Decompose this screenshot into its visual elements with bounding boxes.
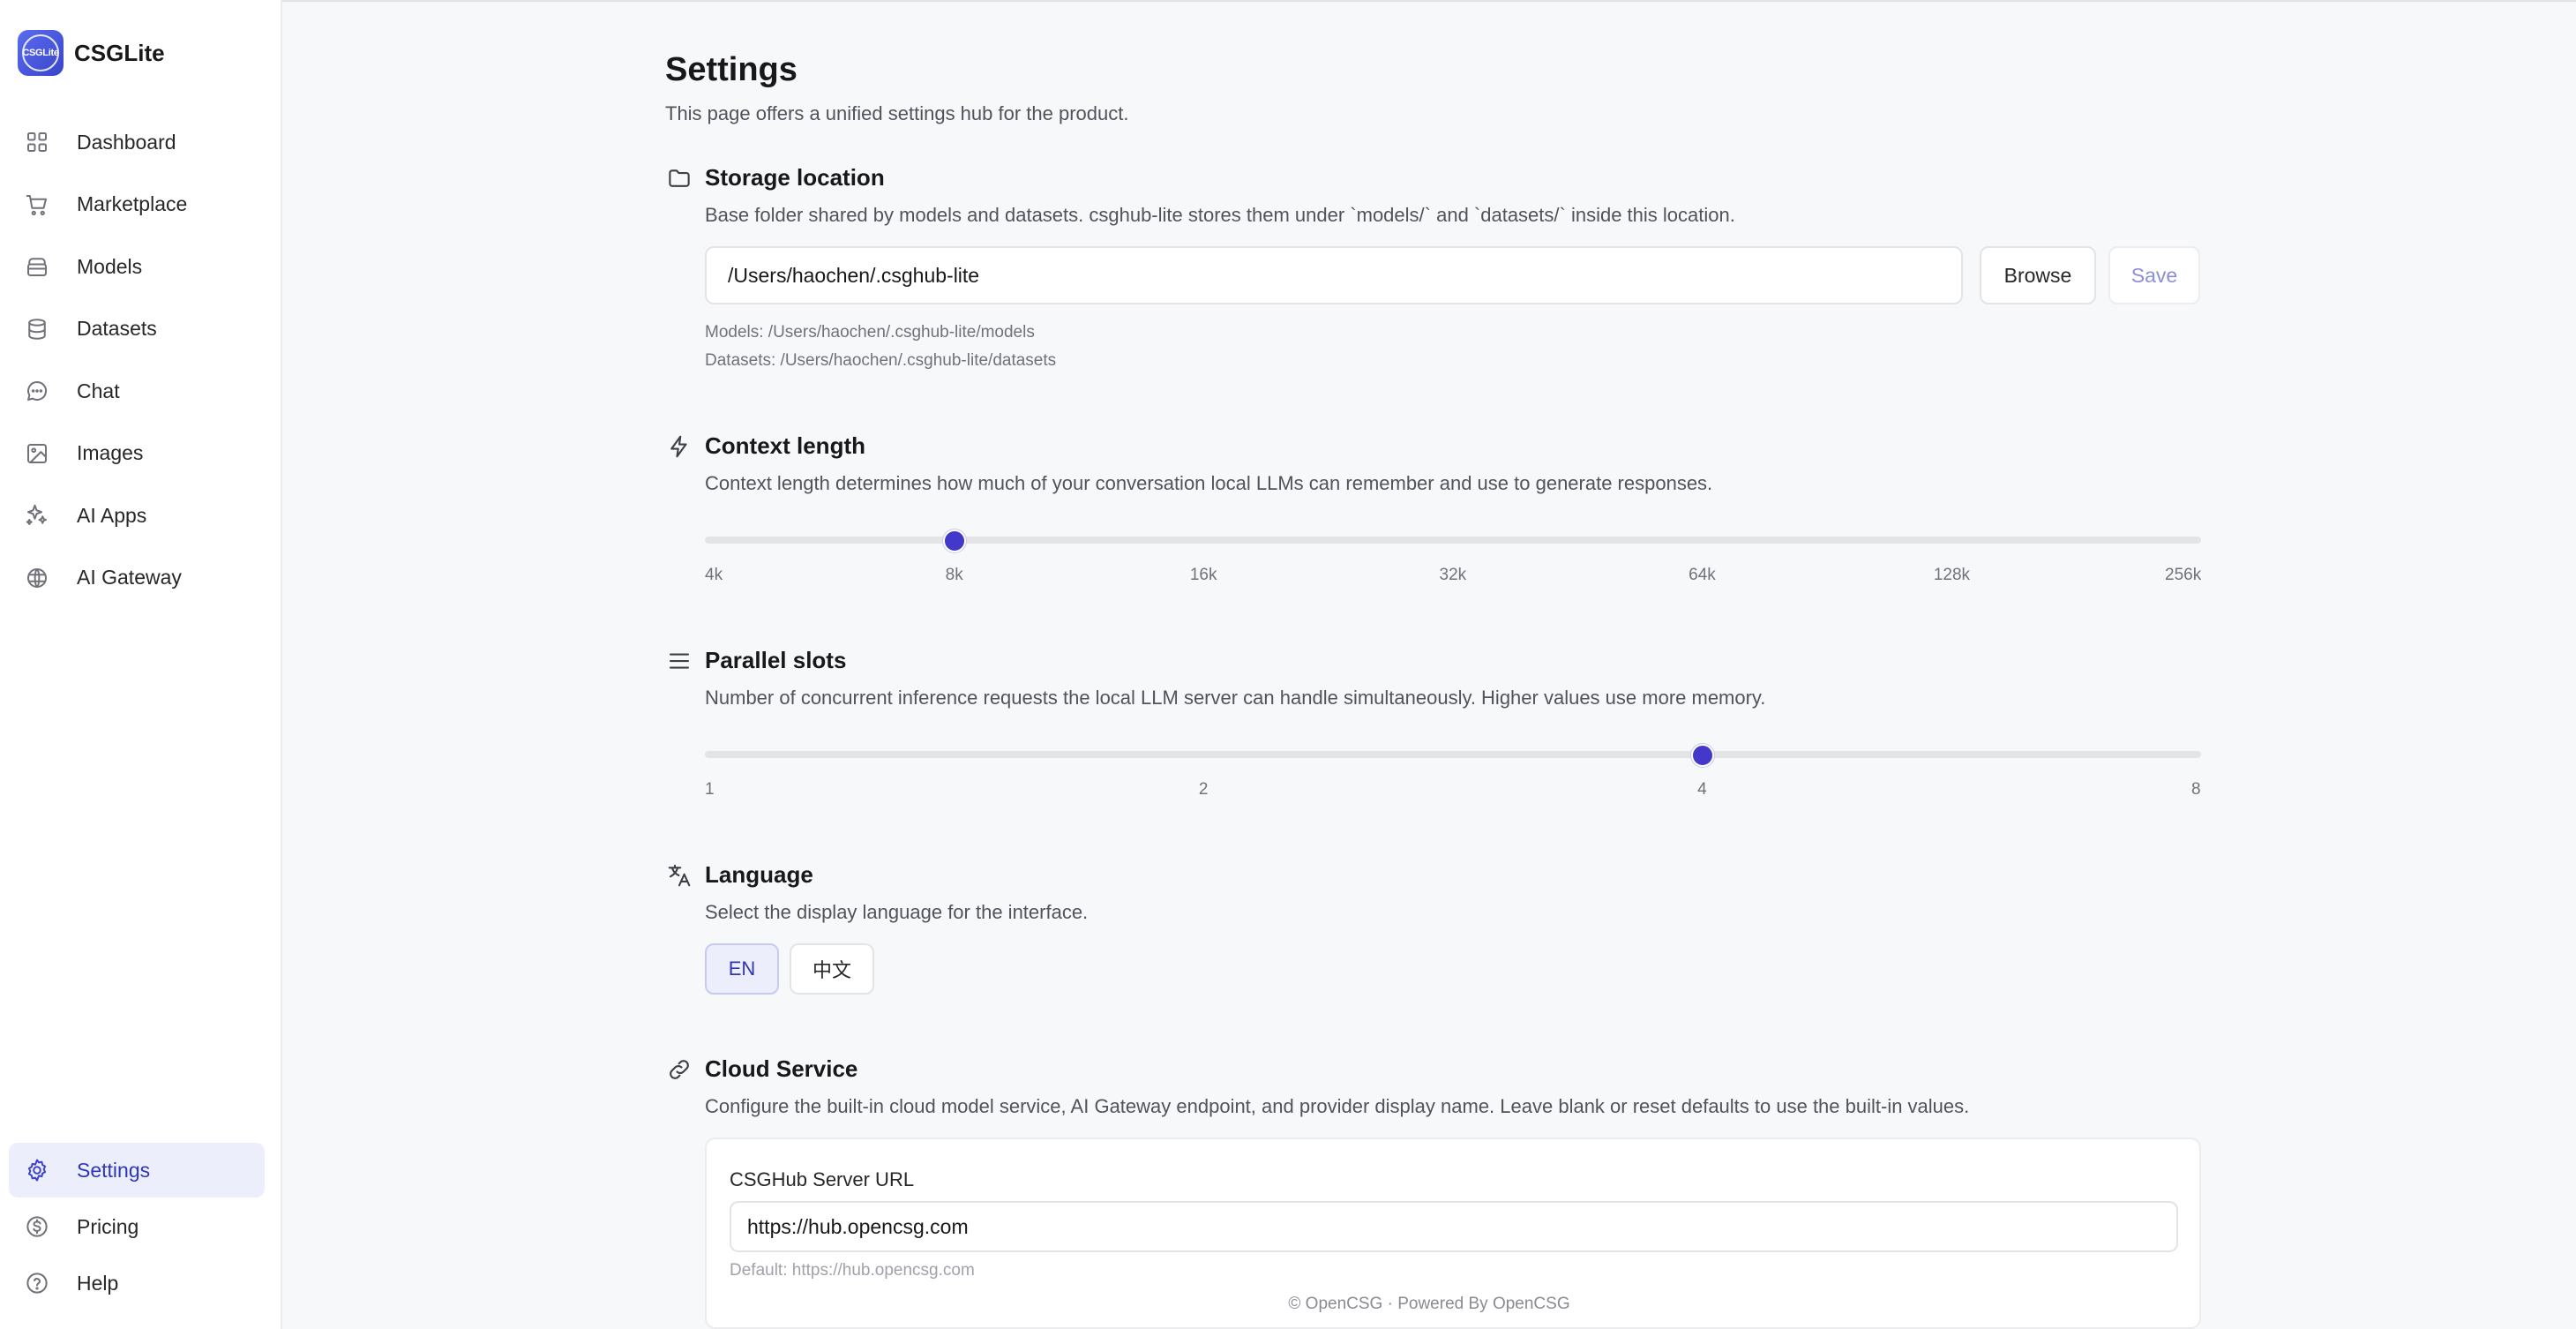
sidebar-item-ai-gateway[interactable]: AI Gateway [9, 551, 265, 605]
help-circle-icon [23, 1269, 51, 1297]
sidebar-item-label: Models [77, 254, 143, 278]
save-button[interactable]: Save [2108, 246, 2200, 304]
context-tick-label: 64k [1689, 566, 1716, 584]
context-length-ticks: 4k 8k 16k 32k 64k 128k 256k [705, 566, 2201, 587]
language-description: Select the display language for the inte… [705, 901, 1089, 923]
sidebar-item-label: Marketplace [77, 192, 188, 215]
model-box-icon [23, 252, 51, 281]
window-top-border [0, 0, 2576, 2]
storage-path-input[interactable]: /Users/haochen/.csghub-lite [705, 246, 1963, 304]
context-tick-label: 8k [945, 566, 963, 584]
gear-icon [23, 1156, 51, 1184]
browse-button[interactable]: Browse [1980, 246, 2096, 304]
slider-track[interactable] [705, 537, 2201, 544]
translate-icon [665, 861, 693, 890]
gateway-icon [23, 564, 51, 592]
slider-thumb[interactable] [942, 529, 966, 552]
sidebar-item-label: AI Apps [77, 503, 147, 527]
image-icon [23, 439, 51, 468]
sidebar-item-label: Datasets [77, 317, 157, 340]
slider-track[interactable] [705, 751, 2201, 758]
folder-icon [665, 164, 693, 192]
sidebar-item-label: Pricing [77, 1214, 139, 1238]
sidebar-item-models[interactable]: Models [9, 239, 265, 294]
parallel-title: Parallel slots [705, 647, 847, 673]
sidebar-item-images[interactable]: Images [9, 426, 265, 481]
server-url-input[interactable]: https://hub.opencsg.com [730, 1201, 2178, 1252]
sidebar-item-label: Chat [77, 379, 120, 402]
server-url-label: CSGHub Server URL [730, 1168, 915, 1190]
context-title: Context length [705, 432, 865, 459]
footer: © OpenCSG · Powered By OpenCSG [1288, 1295, 1570, 1313]
chat-bubble-icon [23, 377, 51, 405]
storage-description: Base folder shared by models and dataset… [705, 204, 1735, 226]
language-option-en[interactable]: EN [705, 943, 779, 995]
context-length-slider[interactable] [705, 522, 2201, 558]
database-icon [23, 315, 51, 343]
page-title: Settings [665, 51, 798, 88]
lightning-icon [665, 432, 693, 461]
context-tick-label: 32k [1439, 566, 1467, 584]
context-tick-label: 16k [1189, 566, 1217, 584]
dollar-icon [23, 1213, 51, 1241]
app-logo: CSGLite [18, 30, 64, 76]
sidebar-item-label: Dashboard [77, 130, 176, 154]
cart-icon [23, 191, 51, 219]
sidebar-bottom-nav: Settings Pricing Help [9, 1143, 265, 1312]
sidebar-item-marketplace[interactable]: Marketplace [9, 177, 265, 232]
language-title: Language [705, 861, 813, 888]
server-url-default: Default: https://hub.opencsg.com [730, 1261, 975, 1280]
models-path: Models: /Users/haochen/.csghub-lite/mode… [705, 323, 1035, 342]
sidebar-item-ai-apps[interactable]: AI Apps [9, 488, 265, 543]
app-name: CSGLite [74, 39, 165, 66]
context-description: Context length determines how much of yo… [705, 472, 1713, 494]
brand[interactable]: CSGLite CSGLite [18, 30, 165, 76]
sidebar-item-dashboard[interactable]: Dashboard [9, 115, 265, 169]
sidebar-item-datasets[interactable]: Datasets [9, 302, 265, 357]
sidebar-item-settings[interactable]: Settings [9, 1143, 265, 1198]
sidebar-item-help[interactable]: Help [9, 1256, 265, 1310]
sidebar: CSGLite CSGLite Dashboard Marketplace Mo… [0, 0, 282, 1329]
parallel-slots-slider[interactable] [705, 737, 2201, 772]
sidebar-item-pricing[interactable]: Pricing [9, 1199, 265, 1254]
context-tick-label: 4k [705, 566, 723, 584]
sidebar-item-label: Images [77, 441, 144, 464]
sidebar-nav: Dashboard Marketplace Models Datasets Ch… [9, 115, 265, 612]
link-icon [665, 1055, 693, 1084]
sidebar-item-label: Help [77, 1271, 119, 1295]
storage-title: Storage location [705, 164, 885, 191]
parallel-description: Number of concurrent inference requests … [705, 687, 1766, 709]
sidebar-item-label: Settings [77, 1158, 151, 1182]
app-logo-text: CSGLite [22, 34, 59, 71]
context-tick-label: 128k [1933, 566, 1971, 584]
dashboard-grid-icon [23, 128, 51, 156]
page-subtitle: This page offers a unified settings hub … [665, 102, 1129, 124]
slider-thumb[interactable] [1690, 744, 1714, 767]
menu-lines-icon [665, 647, 693, 675]
parallel-tick-label: 1 [705, 780, 715, 799]
parallel-tick-label: 2 [1198, 780, 1209, 799]
parallel-tick-label: 8 [2191, 780, 2201, 799]
parallel-tick-label: 4 [1697, 780, 1707, 799]
sidebar-item-label: AI Gateway [77, 566, 182, 589]
parallel-slots-ticks: 1 2 4 8 [705, 780, 2201, 801]
context-tick-label: 256k [2165, 566, 2202, 584]
language-option-zh[interactable]: 中文 [790, 943, 874, 995]
sidebar-item-chat[interactable]: Chat [9, 364, 265, 418]
cloud-description: Configure the built-in cloud model servi… [705, 1095, 1970, 1117]
cloud-title: Cloud Service [705, 1055, 858, 1082]
datasets-path: Datasets: /Users/haochen/.csghub-lite/da… [705, 351, 1057, 370]
sparkles-icon [23, 501, 51, 529]
